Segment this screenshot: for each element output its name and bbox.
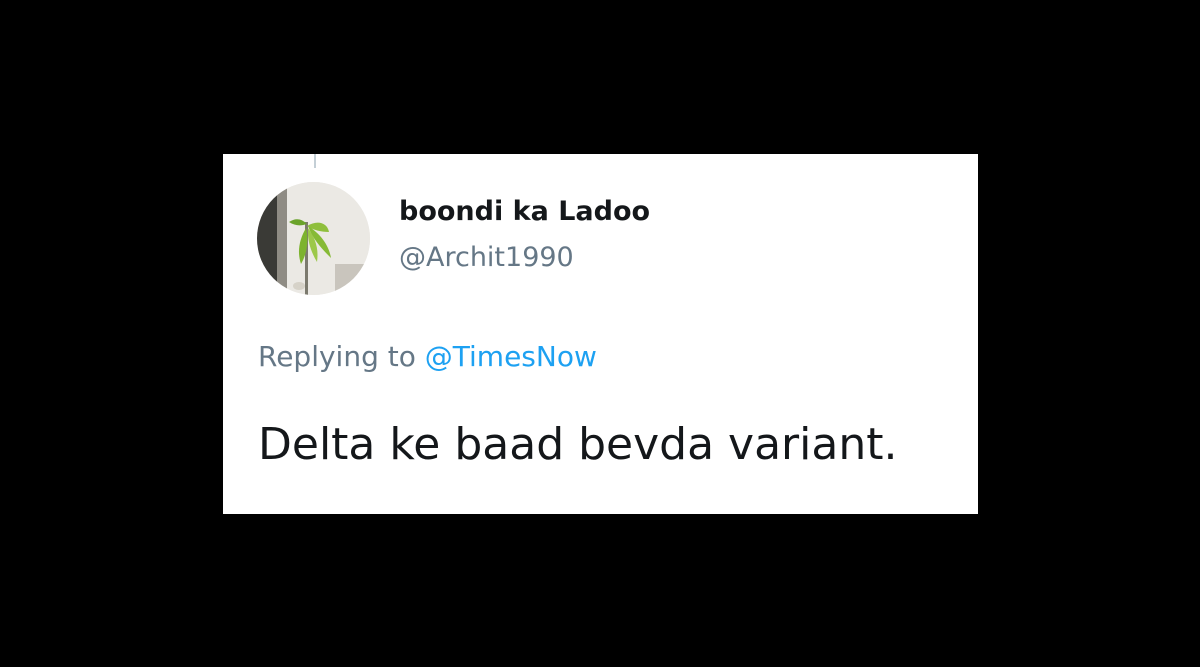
plant-sapling-icon — [257, 182, 370, 295]
avatar[interactable] — [257, 182, 370, 295]
mention-link[interactable]: @TimesNow — [425, 340, 597, 373]
replying-to-line: Replying to @TimesNow — [258, 338, 597, 376]
screenshot-canvas: boondi ka Ladoo @Archit1990 Replying to … — [0, 0, 1200, 667]
thread-connector-line — [314, 154, 316, 168]
user-handle[interactable]: @Archit1990 — [399, 240, 574, 276]
replying-to-label: Replying to — [258, 340, 416, 373]
tweet-card[interactable]: boondi ka Ladoo @Archit1990 Replying to … — [223, 154, 978, 514]
tweet-text: Delta ke baad bevda variant. — [258, 419, 898, 470]
display-name[interactable]: boondi ka Ladoo — [399, 194, 650, 230]
